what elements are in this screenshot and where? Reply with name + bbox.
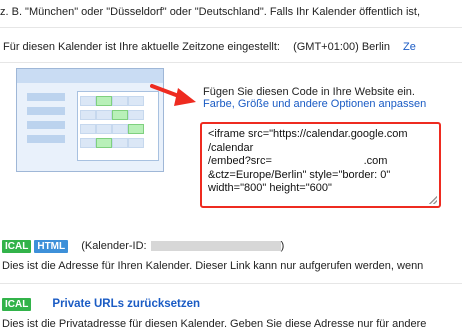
private-ical-button[interactable]: ICAL [2,298,32,311]
calendar-id-label: (Kalender-ID: [81,240,147,252]
divider [0,62,462,63]
public-address-row: ICAL HTML (Kalender-ID:) [2,240,284,253]
embed-code-text[interactable]: <iframe src="https://calendar.google.com… [208,128,433,196]
illustration-row [27,121,65,129]
embed-intro-text: Fügen Sie diesen Code in Ihre Website ei… [203,86,415,98]
intro-text: z. B. "München" oder "Düsseldorf" oder "… [0,6,421,18]
customize-embed-link[interactable]: Farbe, Größe und andere Optionen anpasse… [203,98,426,110]
reset-private-urls-link[interactable]: Private URLs zurücksetzen [52,298,200,310]
illustration-calendar-grid [77,91,159,161]
illustration-row [27,135,65,143]
illustration-row [27,93,65,101]
timezone-change-link[interactable]: Ze [403,41,416,53]
calendar-id-close: ) [280,240,285,252]
timezone-label: Für diesen Kalender ist Ihre aktuelle Ze… [3,41,280,53]
private-address-description: Dies ist die Privatadresse für diesen Ka… [2,318,427,330]
embed-code-textarea[interactable]: <iframe src="https://calendar.google.com… [200,122,441,208]
private-address-row: ICAL Private URLs zurücksetzen [2,298,200,311]
divider [0,283,462,284]
timezone-value: (GMT+01:00) Berlin [293,41,390,53]
html-button[interactable]: HTML [34,240,69,253]
red-arrow-icon [150,84,196,106]
resize-handle-icon[interactable] [429,196,437,204]
illustration-row [27,107,65,115]
illustration-header [17,69,163,83]
ical-button[interactable]: ICAL [2,240,32,253]
timezone-row: Für diesen Kalender ist Ihre aktuelle Ze… [3,41,416,53]
calendar-embed-illustration [16,68,164,172]
public-address-description: Dies ist die Adresse für Ihren Kalender.… [2,260,424,272]
redacted-calendar-id [150,241,281,252]
divider [0,27,462,28]
